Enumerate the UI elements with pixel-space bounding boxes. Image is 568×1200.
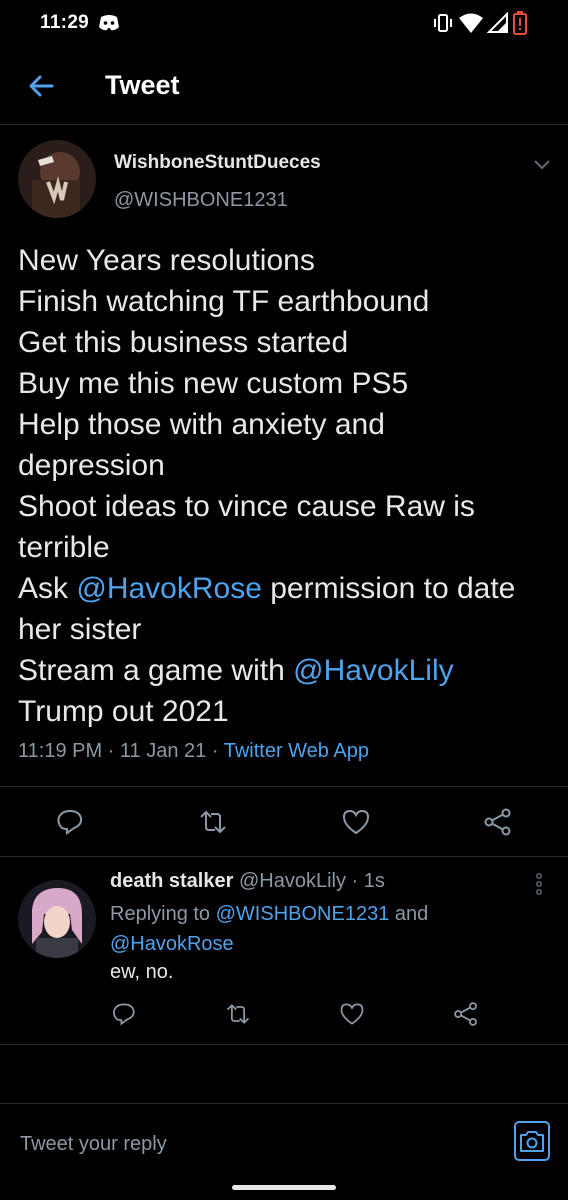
tweet-line: Buy me this new custom PS5 [18,367,409,400]
tweet-meta: 11:19 PM · 11 Jan 21 · Twitter Web App [18,740,369,763]
meta-separator: · [206,740,224,762]
reply-retweet-button[interactable] [224,1000,256,1032]
tweet-source-link[interactable]: Twitter Web App [224,740,369,762]
actions-divider [0,856,568,857]
battery-low-icon [512,10,528,36]
reply-like-button[interactable] [338,1000,370,1032]
line-text: Stream a game with [18,654,294,687]
vibrate-icon [432,12,454,34]
author-name[interactable]: WishboneStuntDueces [114,152,321,174]
line-text: permission to date [261,572,516,605]
reply-author-handle[interactable]: @HavokLily [239,870,346,892]
back-button[interactable] [22,68,62,104]
chevron-down-icon [534,160,550,170]
reply-input[interactable] [18,1128,492,1160]
share-icon [454,1002,477,1026]
wifi-icon [458,12,484,34]
camera-icon [520,1131,544,1152]
tweet-line: Finish watching TF earthbound [18,285,430,318]
mention-link[interactable]: @HavokRose [76,572,262,605]
reply-divider [0,1044,568,1045]
reply-button[interactable] [54,806,86,838]
compose-divider [0,1103,568,1104]
retweet-button[interactable] [197,806,229,838]
tweet-text: New Years resolutions Finish watching TF… [18,240,558,732]
author-avatar[interactable] [18,140,96,218]
tweet-options-button[interactable] [530,154,554,174]
meta-divider [0,786,568,787]
tweet-line: Trump out 2021 [18,695,229,728]
heart-icon [340,1003,364,1025]
reply-age: 1s [363,870,385,892]
author-handle[interactable]: @WISHBONE1231 [114,189,288,212]
tweet-line: depression [18,449,165,482]
home-indicator [232,1185,336,1190]
tweet-date: 11 Jan 21 [119,740,207,762]
replying-prefix: Replying to [110,903,216,925]
tweet-line: Help those with anxiety and [18,408,385,441]
more-vertical-icon [536,873,542,895]
camera-button[interactable] [514,1121,550,1161]
reply-icon [113,1003,135,1026]
tweet-line: New Years resolutions [18,244,315,277]
tweet-time: 11:19 PM [18,740,103,762]
arrow-left-icon [29,75,54,97]
tweet-line: Shoot ideas to vince cause Raw is [18,490,475,523]
mention-link[interactable]: @WISHBONE1231 [216,903,390,925]
reply-share-button[interactable] [452,1000,484,1032]
mention-link[interactable]: @HavokRose [110,933,234,955]
tweet-line: Get this business started [18,326,349,359]
like-button[interactable] [340,806,372,838]
tweet-line: her sister [18,613,142,646]
status-time: 11:29 [40,12,90,33]
reply-more-button[interactable] [532,872,546,896]
reply-header: death stalker @HavokLily · 1s [110,870,385,893]
page-title: Tweet [105,70,180,100]
retweet-icon [226,1004,250,1024]
heart-icon [342,809,370,835]
reply-author-name[interactable]: death stalker [110,870,233,892]
line-text: Ask [18,572,77,605]
signal-icon [486,11,509,34]
retweet-icon [200,811,226,833]
meta-separator: · [345,870,364,892]
replying-and: and [389,903,429,925]
reply-icon [57,809,83,835]
tweet-line: Ask @HavokRose permission to date [18,568,558,609]
mention-link[interactable]: @HavokLily [293,654,454,687]
meta-separator: · [102,740,120,762]
reply-author-avatar[interactable] [18,880,96,958]
share-button[interactable] [482,806,514,838]
share-icon [484,808,511,836]
header-divider [0,124,568,125]
reply-reply-button[interactable] [110,1000,142,1032]
reply-text: ew, no. [110,961,174,983]
tweet-line: terrible [18,531,110,564]
tweet-line: Stream a game with @HavokLily [18,650,558,691]
discord-icon [98,14,120,32]
replying-to: Replying to @WISHBONE1231 and @HavokRose [110,899,530,959]
